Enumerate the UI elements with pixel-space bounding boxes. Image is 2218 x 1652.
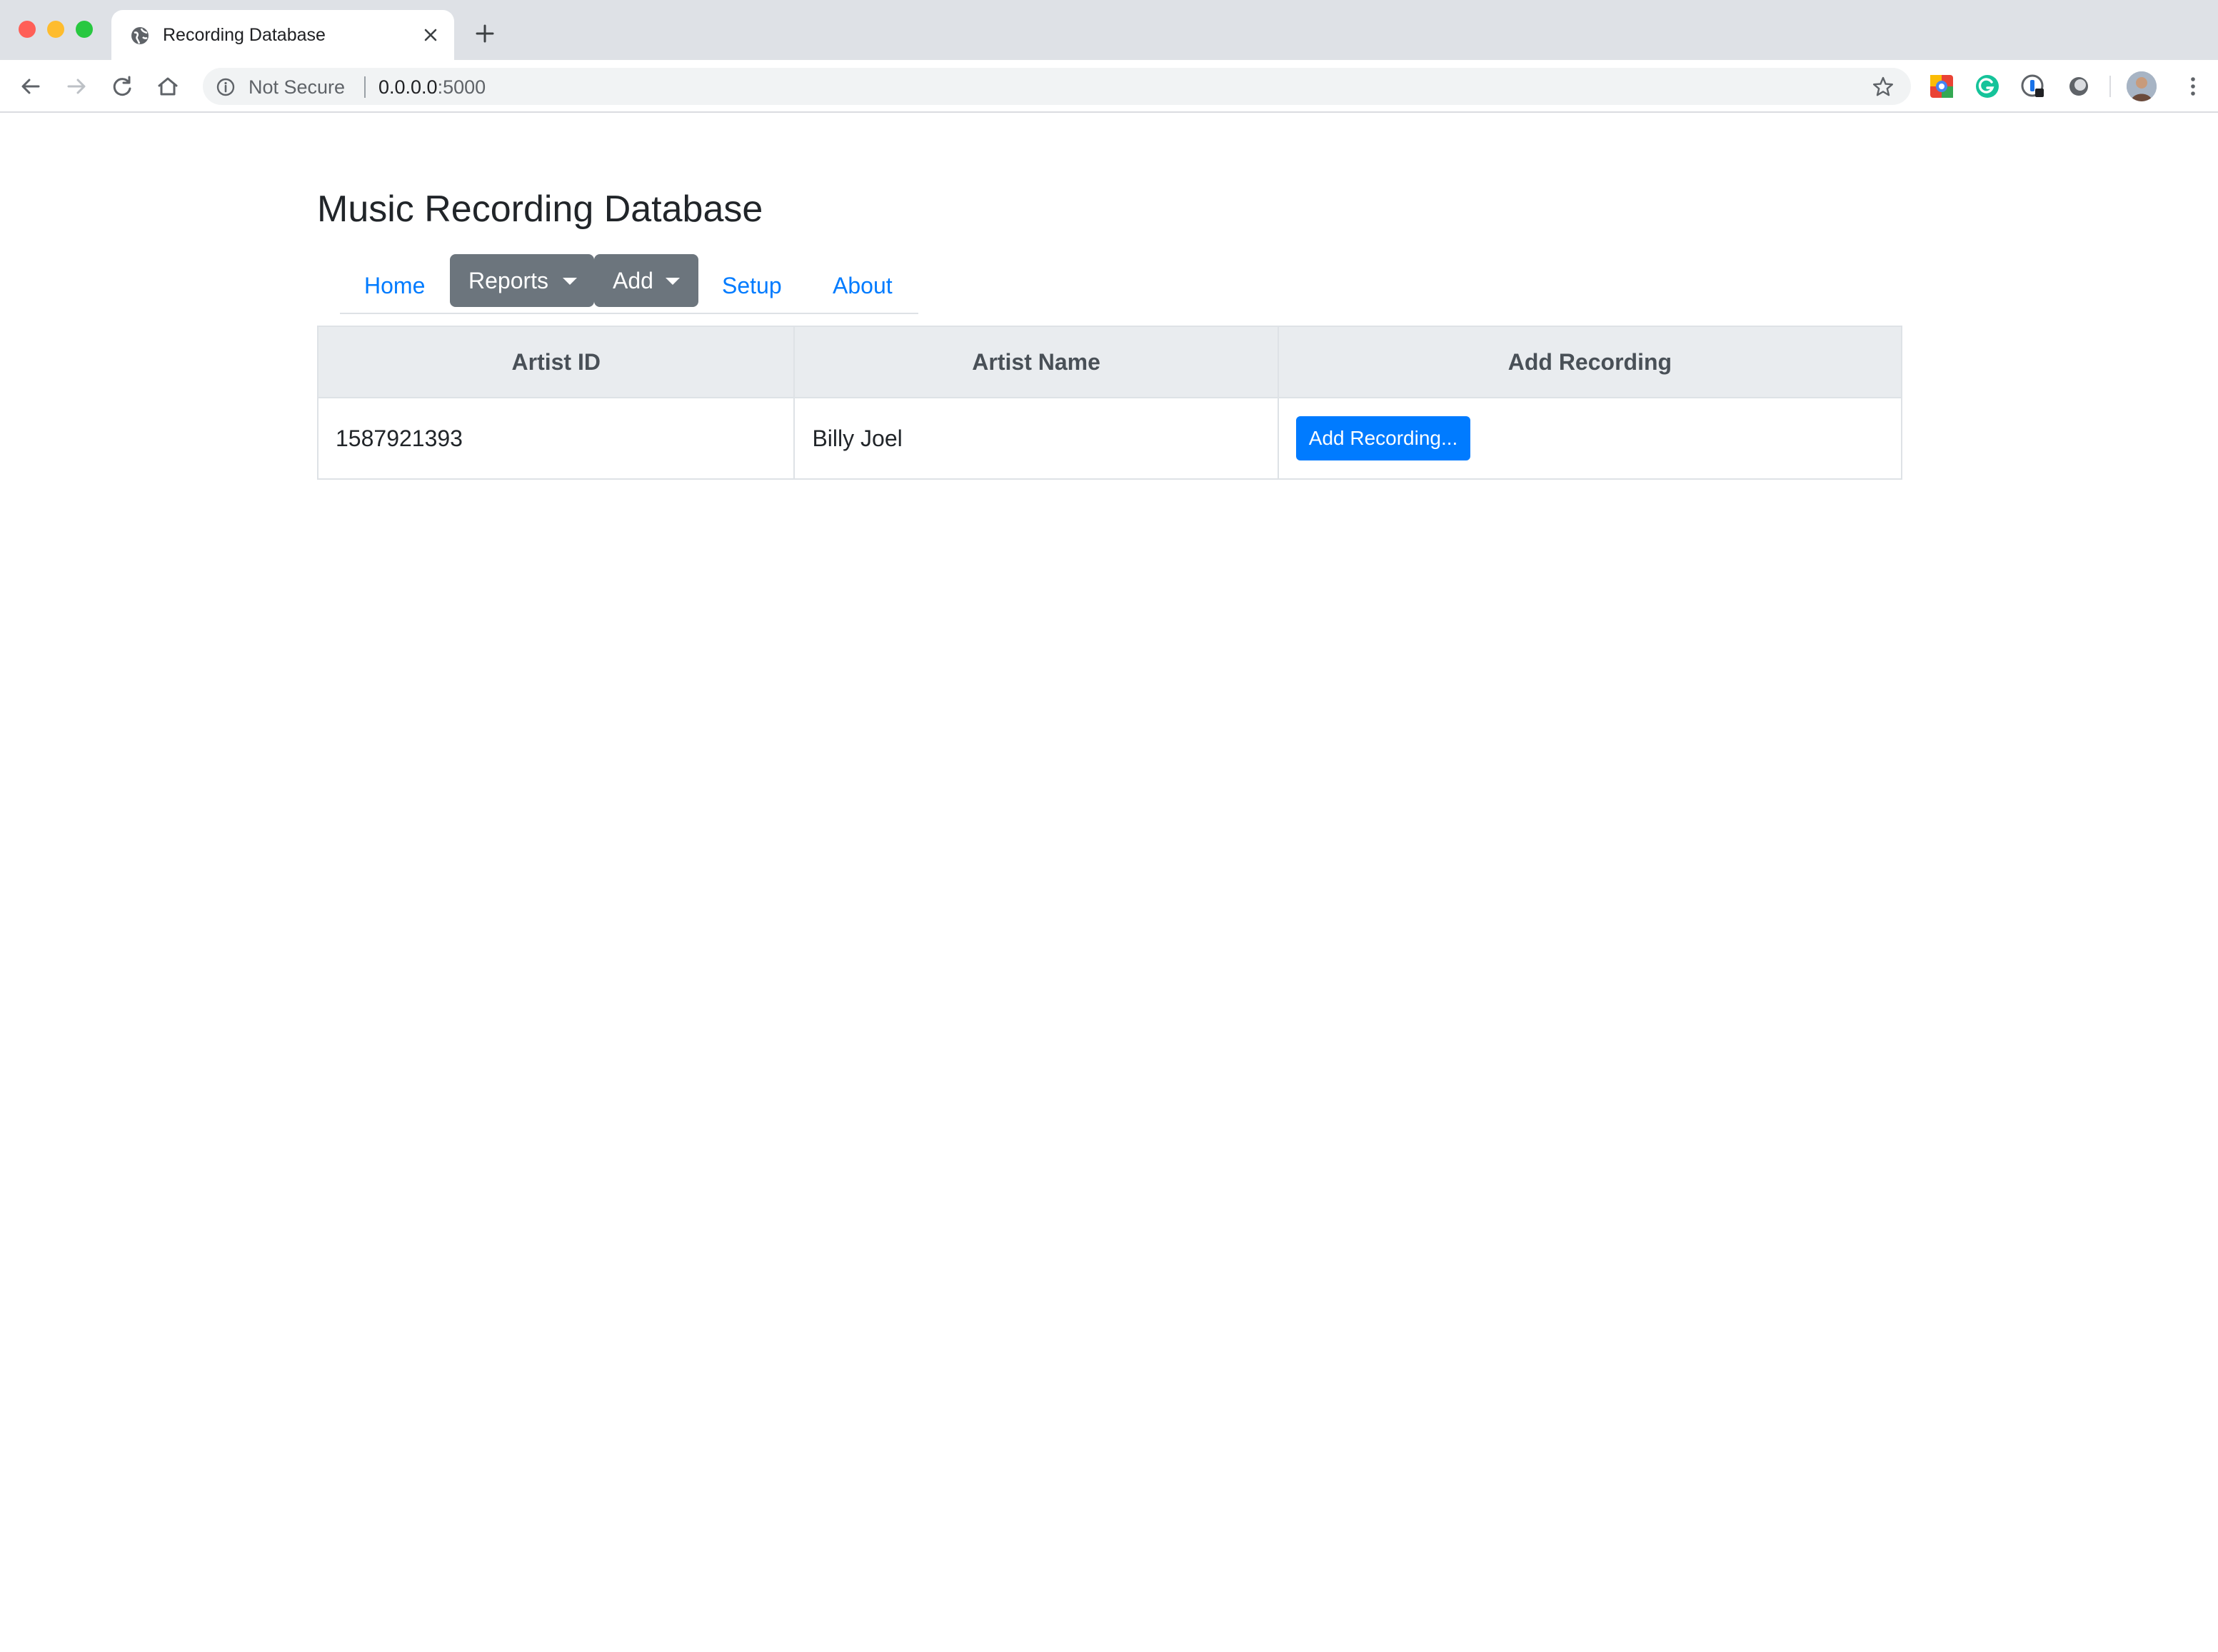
back-icon[interactable] xyxy=(17,73,44,100)
menu-icon[interactable] xyxy=(2179,73,2207,100)
column-header-artist-name: Artist Name xyxy=(793,326,1279,398)
extension-picker-icon[interactable] xyxy=(1928,73,1955,100)
reload-icon[interactable] xyxy=(109,73,136,100)
browser-toolbar: Not Secure 0.0.0.0:5000 xyxy=(0,60,2218,113)
address-bar[interactable]: Not Secure 0.0.0.0:5000 xyxy=(203,68,1911,105)
column-header-artist-id: Artist ID xyxy=(316,326,796,398)
window-close-button[interactable] xyxy=(19,21,36,38)
window-minimize-button[interactable] xyxy=(47,21,64,38)
security-label[interactable]: Not Secure xyxy=(249,76,345,98)
table-header-row: Artist ID Artist Name Add Recording xyxy=(316,326,1903,398)
nav-about-link[interactable]: About xyxy=(833,271,893,300)
nav-setup-link[interactable]: Setup xyxy=(722,271,782,300)
browser-tab[interactable]: Recording Database xyxy=(111,10,454,60)
main-nav: Home Reports Add Setup About xyxy=(340,254,918,314)
reports-dropdown-label: Reports xyxy=(468,268,549,293)
artist-table: Artist ID Artist Name Add Recording 1587… xyxy=(316,326,1903,480)
home-icon[interactable] xyxy=(154,73,181,100)
profile-icon xyxy=(2127,71,2157,101)
star-icon[interactable] xyxy=(1871,75,1895,99)
avatar[interactable] xyxy=(2127,71,2157,101)
info-icon[interactable] xyxy=(216,77,236,97)
omnibox-divider xyxy=(364,76,366,98)
close-icon[interactable] xyxy=(418,23,443,47)
action-cell: Add Recording... xyxy=(1277,397,1903,480)
extension-circle-icon[interactable] xyxy=(2065,73,2092,100)
window-maximize-button[interactable] xyxy=(76,21,93,38)
url-text[interactable]: 0.0.0.0:5000 xyxy=(378,76,486,98)
caret-down-icon xyxy=(666,278,680,285)
tab-title: Recording Database xyxy=(163,25,326,45)
url-host: 0.0.0.0 xyxy=(378,76,438,98)
new-tab-icon[interactable] xyxy=(471,20,498,47)
forward-icon[interactable] xyxy=(63,73,90,100)
artist-name-cell: Billy Joel xyxy=(793,397,1279,480)
toolbar-divider xyxy=(2109,76,2111,97)
page-title: Music Recording Database xyxy=(317,188,763,230)
table-row: 1587921393 Billy Joel Add Recording... xyxy=(316,397,1903,480)
column-header-add-recording: Add Recording xyxy=(1277,326,1903,398)
browser-tab-bar: Recording Database xyxy=(0,0,2218,60)
artist-id-cell: 1587921393 xyxy=(316,397,796,480)
globe-icon xyxy=(131,27,149,44)
nav-home-link[interactable]: Home xyxy=(364,271,425,300)
grammarly-icon[interactable] xyxy=(1974,73,2001,100)
url-port: :5000 xyxy=(437,76,486,98)
add-dropdown-label: Add xyxy=(613,268,653,293)
add-dropdown[interactable]: Add xyxy=(594,254,698,307)
caret-down-icon xyxy=(563,278,577,285)
reports-dropdown[interactable]: Reports xyxy=(450,254,594,307)
add-recording-button[interactable]: Add Recording... xyxy=(1295,416,1471,460)
password-manager-icon[interactable] xyxy=(2019,73,2047,100)
